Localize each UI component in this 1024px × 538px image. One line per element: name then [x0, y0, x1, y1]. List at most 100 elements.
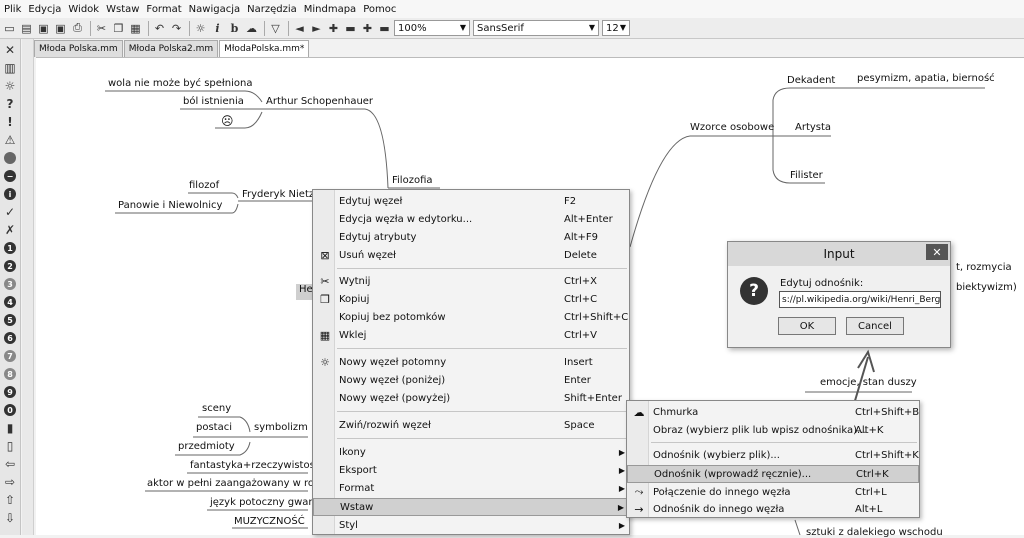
number-9-icon[interactable]: 9: [1, 383, 19, 401]
battery-icon[interactable]: ▮: [1, 419, 19, 437]
minus-circle-icon[interactable]: −: [1, 167, 19, 185]
copy-icon[interactable]: ❐: [111, 21, 126, 36]
menu-item-eksport[interactable]: Eksport ▶: [313, 461, 629, 479]
paste-icon[interactable]: ▦: [128, 21, 143, 36]
node-fantastyka[interactable]: fantastyka+rzeczywistość: [190, 460, 320, 471]
print-icon[interactable]: ⎙: [70, 21, 85, 36]
info-icon[interactable]: i: [1, 185, 19, 203]
save-as-icon[interactable]: ▣: [53, 21, 68, 36]
plus-icon[interactable]: ✚: [326, 21, 341, 36]
node-bol-istnienia[interactable]: ból istnienia: [183, 96, 244, 107]
zoom-select[interactable]: 100% ▼: [394, 20, 470, 36]
filter-icon[interactable]: ▽: [268, 21, 283, 36]
back-arrow-icon[interactable]: ⇦: [1, 455, 19, 473]
open-file-icon[interactable]: ▤: [19, 21, 34, 36]
node-jezyk[interactable]: język potoczny gwara: [210, 497, 319, 508]
node-schopenhauer[interactable]: Arthur Schopenhauer: [266, 96, 373, 107]
bold-icon[interactable]: b: [227, 21, 242, 36]
menu-item-styl[interactable]: Styl ▶: [313, 516, 629, 534]
menu-item-wstaw[interactable]: Wstaw ▶: [313, 498, 629, 516]
cancel-button[interactable]: Cancel: [846, 317, 904, 335]
sad-face-icon[interactable]: ☹: [221, 114, 234, 128]
font-size-select[interactable]: 12 ▼: [602, 20, 630, 36]
minus-icon[interactable]: ▬: [343, 21, 358, 36]
number-4-icon[interactable]: 4: [1, 293, 19, 311]
redo-icon[interactable]: ↷: [169, 21, 184, 36]
submenu-item-polaczenie[interactable]: ⤳ Połączenie do innego węzła Ctrl+L: [627, 483, 919, 501]
number-3-icon[interactable]: 3: [1, 275, 19, 293]
node-aktor[interactable]: aktor w pełni zaangażowany w rolę: [147, 478, 323, 489]
arrow-right-icon[interactable]: ►: [309, 21, 324, 36]
trash-icon[interactable]: ▥: [1, 59, 19, 77]
menu-item-wytnij[interactable]: ✂ Wytnij Ctrl+X: [313, 272, 629, 290]
node-rozmycia[interactable]: t, rozmycia: [956, 262, 1012, 273]
menu-item-nowy-wezel-powyzej[interactable]: Nowy węzeł (powyżej) Shift+Enter: [313, 389, 629, 407]
menu-item-ikony[interactable]: Ikony ▶: [313, 443, 629, 461]
node-artysta[interactable]: Artysta: [795, 122, 831, 133]
menu-item-edycja-w-edytorku[interactable]: Edycja węzła w edytorku... Alt+Enter: [313, 210, 629, 228]
node-symbolizm[interactable]: symbolizm: [254, 422, 308, 433]
vertical-scrollbar[interactable]: [22, 39, 34, 535]
number-7-icon[interactable]: 7: [1, 347, 19, 365]
submenu-item-chmurka[interactable]: ☁ Chmurka Ctrl+Shift+B: [627, 403, 920, 421]
tab-mloda-polska2[interactable]: Młoda Polska2.mm: [123, 40, 219, 57]
menu-mindmapa[interactable]: Mindmapa: [304, 4, 356, 15]
font-family-select[interactable]: SansSerif ▼: [473, 20, 599, 36]
zoom-out-icon[interactable]: ▬: [377, 21, 392, 36]
node-filister[interactable]: Filister: [790, 170, 823, 181]
submenu-item-odnosnik-recznie[interactable]: Odnośnik (wprowadź ręcznie)... Ctrl+K: [627, 465, 919, 483]
tab-mloda-polska[interactable]: Młoda Polska.mm: [34, 40, 123, 57]
node-filozof[interactable]: filozof: [189, 180, 219, 191]
remove-icon[interactable]: ✕: [1, 41, 19, 59]
menu-narzedzia[interactable]: Narzędzia: [247, 4, 297, 15]
down-arrow-icon[interactable]: ⇩: [1, 509, 19, 527]
cut-icon[interactable]: ✂: [94, 21, 109, 36]
menu-item-nowy-wezel-ponizej[interactable]: Nowy węzeł (poniżej) Enter: [313, 371, 629, 389]
phone-icon[interactable]: ▯: [1, 437, 19, 455]
menu-wstaw[interactable]: Wstaw: [106, 4, 139, 15]
menu-format[interactable]: Format: [146, 4, 181, 15]
lightbulb-icon[interactable]: ☼: [193, 21, 208, 36]
save-icon[interactable]: ▣: [36, 21, 51, 36]
node-wola[interactable]: wola nie może być spełniona: [108, 78, 252, 89]
menu-item-zwin-rozwin[interactable]: Zwiń/rozwiń węzeł Space: [313, 416, 629, 434]
node-muzycznosc[interactable]: MUZYCZNOŚĆ: [234, 516, 305, 527]
menu-item-edytuj-atrybuty[interactable]: Edytuj atrybuty Alt+F9: [313, 228, 629, 246]
forward-arrow-icon[interactable]: ⇨: [1, 473, 19, 491]
number-8-icon[interactable]: 8: [1, 365, 19, 383]
question-icon[interactable]: ?: [1, 95, 19, 113]
node-emocje[interactable]: emocje, stan duszy: [820, 377, 917, 388]
menu-plik[interactable]: Plik: [4, 4, 21, 15]
node-filozofia[interactable]: Filozofia: [392, 175, 433, 186]
node-panowie[interactable]: Panowie i Niewolnicy: [118, 200, 222, 211]
check-icon[interactable]: ✓: [1, 203, 19, 221]
link-input[interactable]: s://pl.wikipedia.org/wiki/Henri_Bergson: [779, 291, 941, 308]
menu-item-wklej[interactable]: ▦ Wklej Ctrl+V: [313, 326, 629, 344]
submenu-item-odnosnik-plik[interactable]: Odnośnik (wybierz plik)... Ctrl+Shift+K: [627, 446, 919, 464]
arrow-left-icon[interactable]: ◄: [292, 21, 307, 36]
node-obiektywizm[interactable]: biektywizm): [956, 282, 1017, 293]
node-przedmioty[interactable]: przedmioty: [178, 441, 235, 452]
menu-item-kopiuj-bez-potomkow[interactable]: Kopiuj bez potomków Ctrl+Shift+C: [313, 308, 629, 326]
submenu-item-obraz[interactable]: Obraz (wybierz plik lub wpisz odnośnika)…: [627, 421, 919, 439]
menu-item-nowy-wezel-potomny[interactable]: ☼ Nowy węzeł potomny Insert: [313, 353, 629, 371]
submenu-item-odnosnik-wezel[interactable]: → Odnośnik do innego węzła Alt+L: [627, 500, 919, 518]
menu-item-kopiuj[interactable]: ❐ Kopiuj Ctrl+C: [313, 290, 629, 308]
node-pesymizm[interactable]: pesymizm, apatia, bierność: [857, 73, 995, 84]
menu-item-usun-wezel[interactable]: ⊠ Usuń węzeł Delete: [313, 246, 629, 264]
warning-icon[interactable]: ⚠: [1, 131, 19, 149]
menu-item-edytuj-wezel[interactable]: Edytuj węzeł F2: [313, 192, 629, 210]
cloud-icon[interactable]: ☁: [244, 21, 259, 36]
stop-icon[interactable]: [1, 149, 19, 167]
menu-widok[interactable]: Widok: [68, 4, 99, 15]
up-arrow-icon[interactable]: ⇧: [1, 491, 19, 509]
number-2-icon[interactable]: 2: [1, 257, 19, 275]
menu-pomoc[interactable]: Pomoc: [363, 4, 396, 15]
italic-icon[interactable]: i: [210, 21, 225, 36]
node-sceny[interactable]: sceny: [202, 403, 231, 414]
exclamation-icon[interactable]: !: [1, 113, 19, 131]
node-sztuki[interactable]: sztuki z dalekiego wschodu: [806, 527, 943, 538]
ok-button[interactable]: OK: [778, 317, 836, 335]
node-dekadent[interactable]: Dekadent: [787, 75, 835, 86]
undo-icon[interactable]: ↶: [152, 21, 167, 36]
